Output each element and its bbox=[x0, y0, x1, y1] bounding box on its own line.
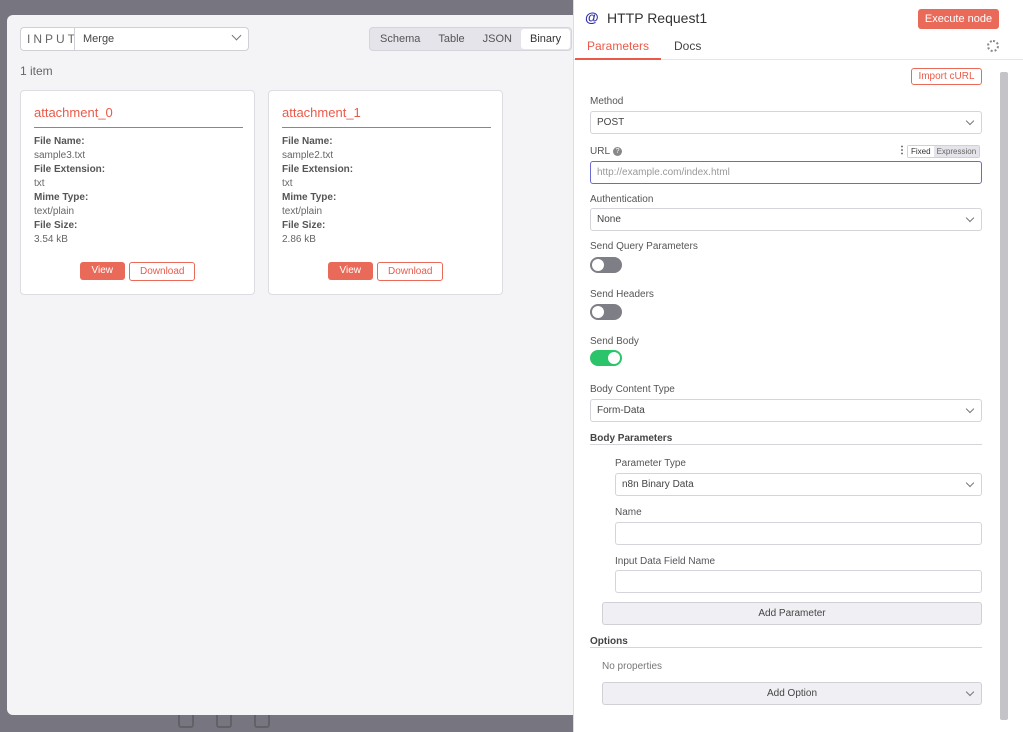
body-content-type-value: Form-Data bbox=[597, 405, 645, 416]
chevron-down-icon bbox=[231, 30, 242, 41]
node-settings-panel: @ HTTP Request1 Execute node Parameters … bbox=[573, 0, 1023, 732]
download-button[interactable]: Download bbox=[377, 262, 444, 281]
tab-schema[interactable]: Schema bbox=[371, 29, 429, 49]
mode-expression[interactable]: Expression bbox=[933, 146, 980, 157]
send-headers-toggle[interactable] bbox=[590, 304, 622, 320]
tab-table[interactable]: Table bbox=[429, 29, 473, 49]
url-input[interactable]: http://example.com/index.html bbox=[590, 161, 982, 184]
parameter-type-label: Parameter Type bbox=[615, 458, 686, 469]
url-label-text: URL bbox=[590, 146, 611, 157]
fixed-expression-toggle: Fixed Expression bbox=[907, 145, 981, 158]
input-label: INPUT bbox=[20, 27, 75, 51]
add-parameter-button[interactable]: Add Parameter bbox=[602, 602, 982, 625]
field-value: sample3.txt bbox=[34, 150, 86, 161]
method-label: Method bbox=[590, 96, 624, 107]
toggle-knob bbox=[592, 259, 604, 271]
chevron-down-icon bbox=[965, 687, 975, 697]
binary-card: attachment_0 File Name: sample3.txt File… bbox=[20, 90, 255, 295]
parameter-type-value: n8n Binary Data bbox=[622, 479, 694, 490]
name-input[interactable] bbox=[615, 522, 982, 545]
card-title: attachment_1 bbox=[282, 105, 361, 120]
field-key: File Name: bbox=[34, 136, 85, 147]
send-headers-label: Send Headers bbox=[590, 289, 654, 300]
field-key: File Size: bbox=[282, 220, 326, 231]
toggle-knob bbox=[608, 352, 620, 364]
field-value: 2.86 kB bbox=[282, 234, 316, 245]
field-key: Mime Type: bbox=[34, 192, 89, 203]
name-label: Name bbox=[615, 507, 642, 518]
mode-fixed[interactable]: Fixed bbox=[908, 146, 934, 157]
field-value: text/plain bbox=[34, 206, 75, 217]
tab-binary[interactable]: Binary bbox=[521, 29, 571, 49]
body-parameters-heading: Body Parameters bbox=[590, 433, 673, 444]
divider bbox=[34, 127, 243, 128]
at-sign-icon: @ bbox=[585, 9, 599, 25]
authentication-select[interactable]: None bbox=[590, 208, 982, 231]
send-body-toggle[interactable] bbox=[590, 350, 622, 366]
send-body-label: Send Body bbox=[590, 336, 639, 347]
download-button[interactable]: Download bbox=[129, 262, 196, 281]
tab-json[interactable]: JSON bbox=[474, 29, 521, 49]
field-value: txt bbox=[282, 178, 293, 189]
method-value: POST bbox=[597, 117, 625, 128]
import-curl-button[interactable]: Import cURL bbox=[911, 68, 982, 85]
file-fields: File Name: sample2.txt File Extension: t… bbox=[282, 135, 353, 247]
card-actions: View Download bbox=[21, 262, 254, 281]
binary-card: attachment_1 File Name: sample2.txt File… bbox=[268, 90, 503, 295]
section-divider bbox=[590, 647, 982, 648]
authentication-value: None bbox=[597, 214, 621, 225]
tab-docs[interactable]: Docs bbox=[674, 39, 701, 53]
node-header: @ HTTP Request1 Execute node Parameters … bbox=[574, 0, 1023, 60]
field-value: txt bbox=[34, 178, 45, 189]
input-data-field-label: Input Data Field Name bbox=[615, 556, 716, 567]
card-title: attachment_0 bbox=[34, 105, 113, 120]
parameter-type-select[interactable]: n8n Binary Data bbox=[615, 473, 982, 496]
gear-icon[interactable] bbox=[987, 40, 999, 52]
item-count: 1 item bbox=[20, 64, 53, 78]
input-panel: INPUT Merge Schema Table JSON Binary 1 i… bbox=[7, 15, 575, 715]
url-label: URL? bbox=[590, 146, 623, 157]
input-source-value: Merge bbox=[83, 33, 115, 45]
section-divider bbox=[590, 444, 982, 445]
execute-node-button[interactable]: Execute node bbox=[918, 9, 999, 29]
input-data-field-input[interactable] bbox=[615, 570, 982, 593]
body-content-type-label: Body Content Type bbox=[590, 384, 675, 395]
view-mode-tabs: Schema Table JSON Binary bbox=[369, 27, 573, 51]
method-select[interactable]: POST bbox=[590, 111, 982, 134]
authentication-label: Authentication bbox=[590, 194, 654, 205]
field-value: 3.54 kB bbox=[34, 234, 68, 245]
add-option-label: Add Option bbox=[766, 688, 818, 699]
file-fields: File Name: sample3.txt File Extension: t… bbox=[34, 135, 105, 247]
card-actions: View Download bbox=[269, 262, 502, 281]
field-key: File Name: bbox=[282, 136, 333, 147]
send-query-toggle[interactable] bbox=[590, 257, 622, 273]
scrollbar[interactable] bbox=[1000, 72, 1008, 720]
input-source-select[interactable]: Merge bbox=[74, 27, 249, 51]
divider bbox=[282, 127, 491, 128]
options-heading: Options bbox=[590, 636, 628, 647]
more-options-icon[interactable]: ⋮ bbox=[897, 145, 907, 156]
field-key: Mime Type: bbox=[282, 192, 337, 203]
body-content-type-select[interactable]: Form-Data bbox=[590, 399, 982, 422]
no-properties-text: No properties bbox=[602, 661, 663, 672]
chevron-down-icon bbox=[965, 478, 975, 488]
active-tab-indicator bbox=[575, 58, 661, 60]
chevron-down-icon bbox=[965, 116, 975, 126]
view-button[interactable]: View bbox=[327, 262, 373, 280]
view-button[interactable]: View bbox=[79, 262, 125, 280]
node-title[interactable]: HTTP Request1 bbox=[607, 10, 707, 26]
field-value: text/plain bbox=[282, 206, 323, 217]
field-key: File Extension: bbox=[282, 164, 354, 175]
chevron-down-icon bbox=[965, 213, 975, 223]
help-icon[interactable]: ? bbox=[613, 146, 623, 156]
tab-parameters[interactable]: Parameters bbox=[587, 39, 649, 53]
field-key: File Size: bbox=[34, 220, 78, 231]
add-option-button[interactable]: Add Option bbox=[602, 682, 982, 705]
field-value: sample2.txt bbox=[282, 150, 334, 161]
input-source-selector: INPUT Merge bbox=[20, 27, 249, 51]
field-key: File Extension: bbox=[34, 164, 106, 175]
chevron-down-icon bbox=[965, 404, 975, 414]
toggle-knob bbox=[592, 306, 604, 318]
send-query-label: Send Query Parameters bbox=[590, 241, 698, 252]
